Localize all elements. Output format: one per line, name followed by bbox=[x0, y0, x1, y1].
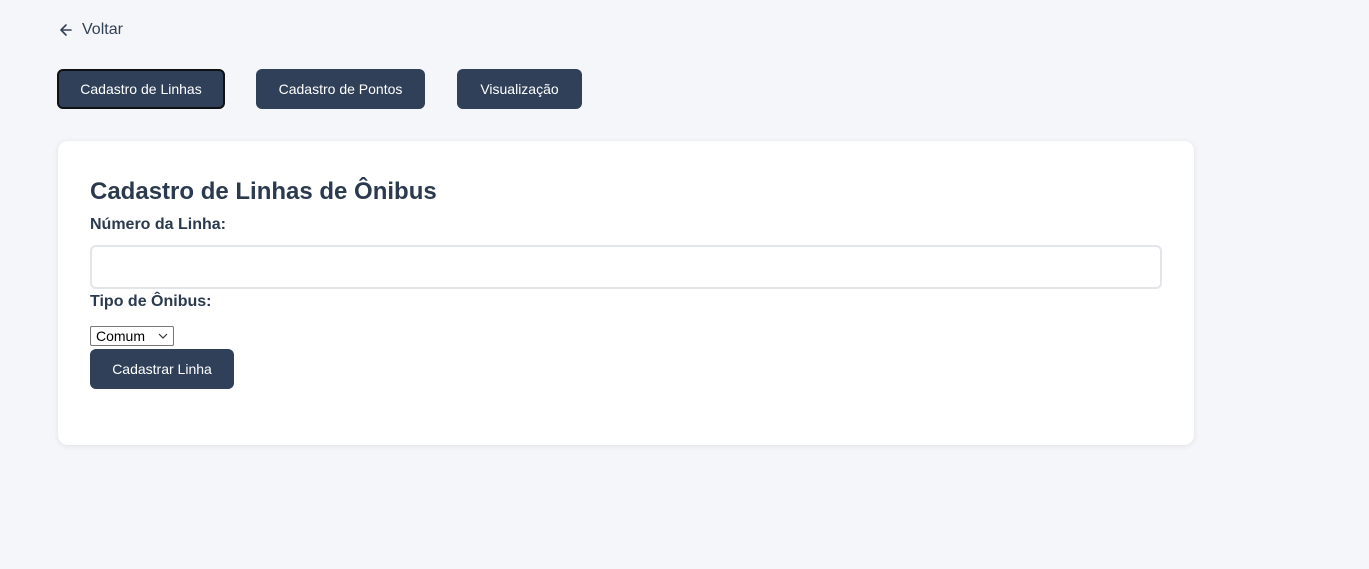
back-link[interactable]: Voltar bbox=[58, 19, 123, 41]
bus-type-label: Tipo de Ônibus: bbox=[90, 293, 212, 310]
chevron-down-icon bbox=[158, 333, 168, 339]
back-link-label: Voltar bbox=[82, 21, 123, 38]
bus-type-select[interactable]: Comum bbox=[90, 326, 174, 346]
line-number-input[interactable] bbox=[90, 245, 1162, 289]
form-title: Cadastro de Linhas de Ônibus bbox=[90, 178, 437, 205]
line-registration-card: Cadastro de Linhas de Ônibus Número da L… bbox=[58, 141, 1194, 445]
bus-type-selected-value: Comum bbox=[96, 328, 146, 344]
tab-visualizacao[interactable]: Visualização bbox=[457, 69, 582, 109]
line-number-label: Número da Linha: bbox=[90, 216, 227, 233]
tab-cadastro-linhas[interactable]: Cadastro de Linhas bbox=[57, 69, 225, 109]
register-line-button[interactable]: Cadastrar Linha bbox=[90, 349, 234, 389]
arrow-left-icon bbox=[58, 22, 74, 38]
tab-cadastro-pontos[interactable]: Cadastro de Pontos bbox=[256, 69, 425, 109]
